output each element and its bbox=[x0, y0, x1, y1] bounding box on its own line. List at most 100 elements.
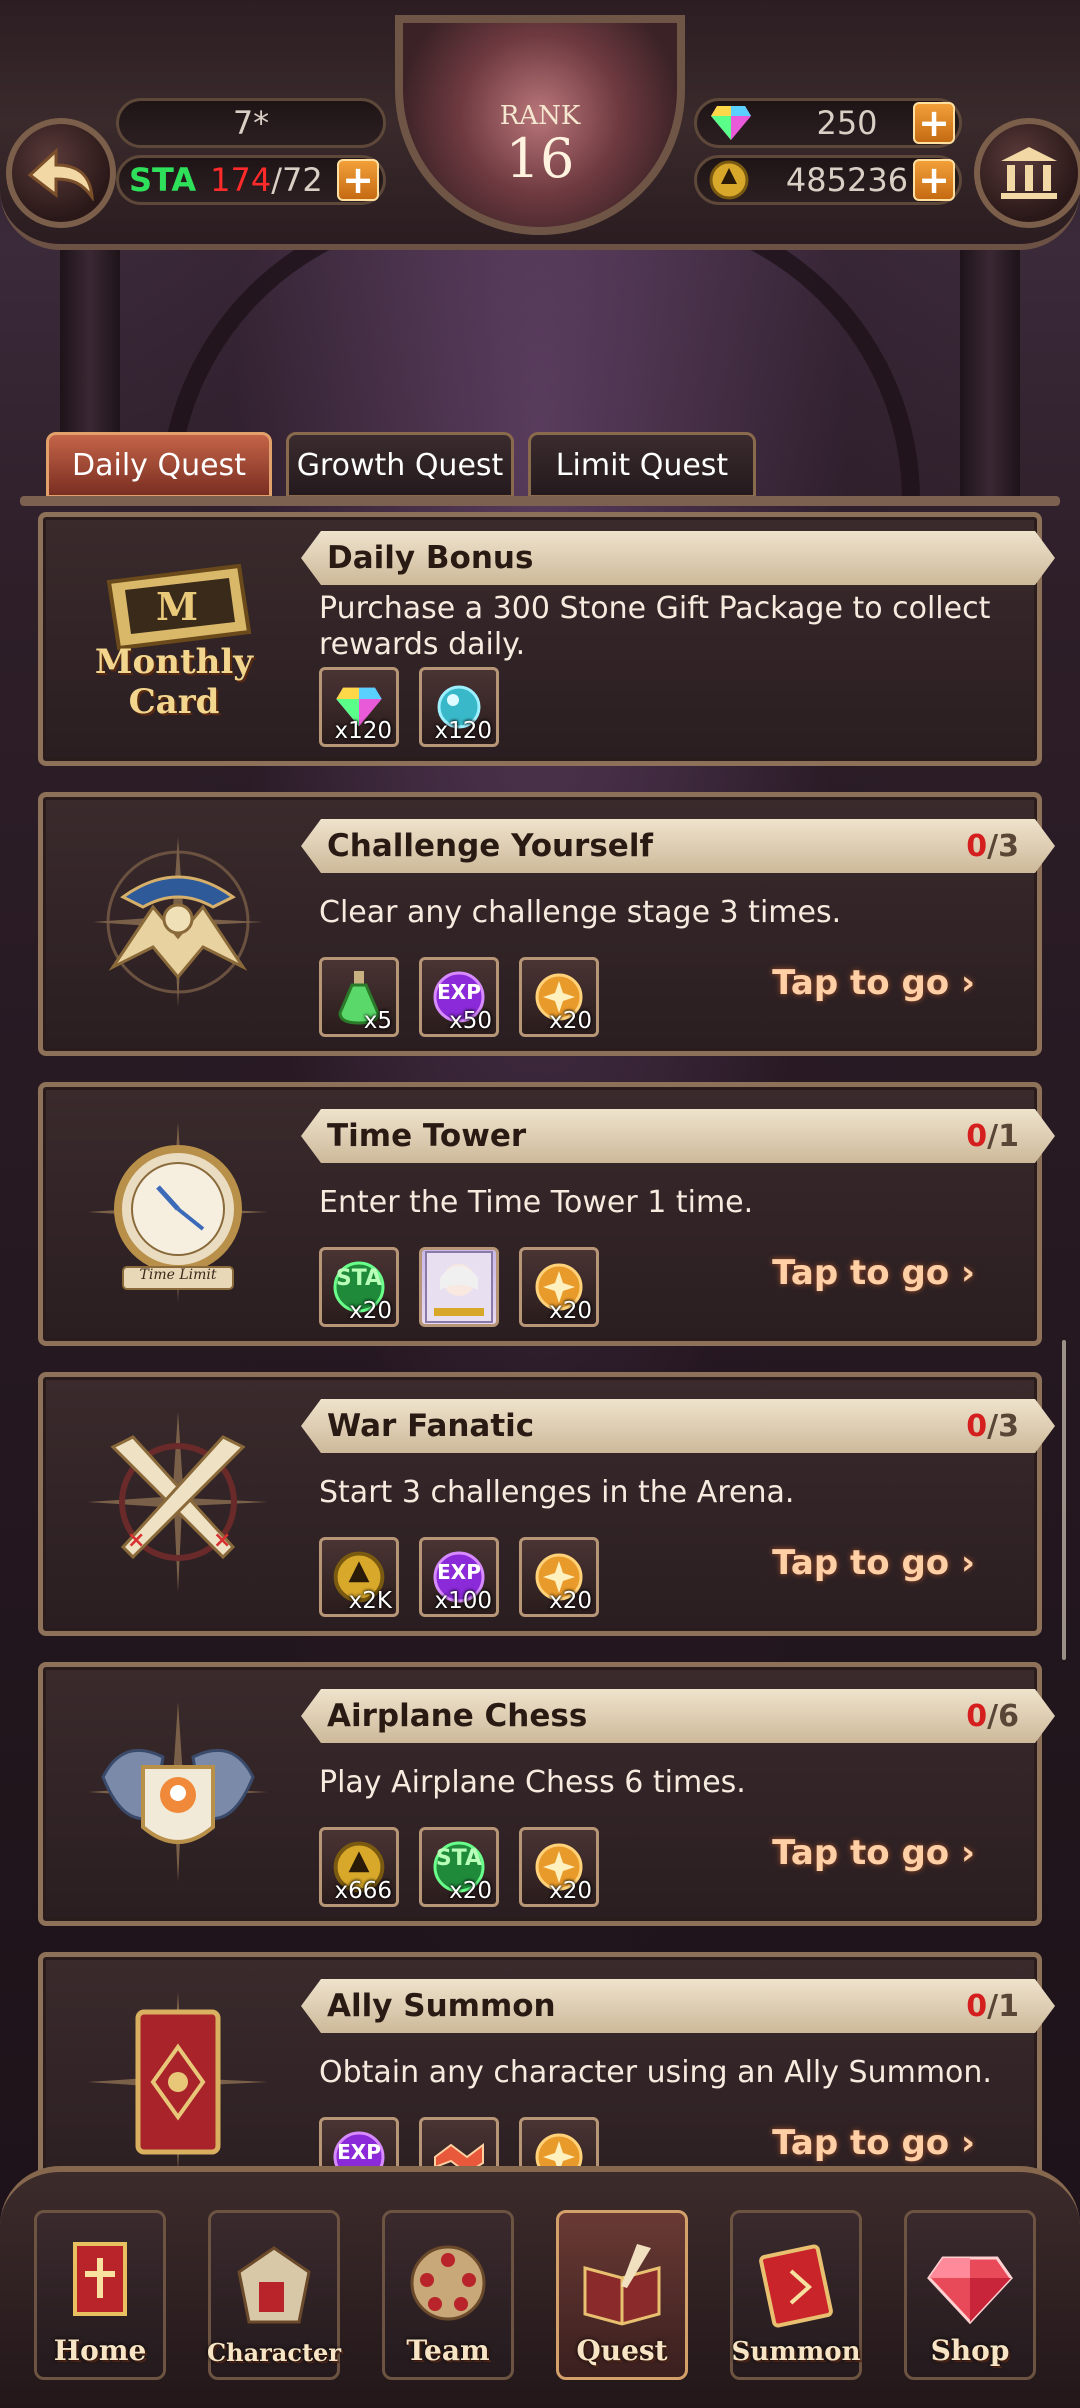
reward-label: STA bbox=[435, 1846, 483, 1871]
quest-title: War Fanatic bbox=[327, 1408, 535, 1444]
tab-label: Growth Quest bbox=[296, 447, 504, 483]
quest-progress: 0/6 bbox=[966, 1699, 1019, 1734]
tap-to-go-button[interactable]: Tap to go › bbox=[772, 1253, 975, 1293]
reward-qty: x20 bbox=[549, 1008, 592, 1034]
reward-slot[interactable]: EXP x100 bbox=[419, 1537, 499, 1617]
add-gems-button[interactable]: + bbox=[913, 102, 955, 144]
emblem-text: Time Limit bbox=[139, 1267, 217, 1283]
tap-to-go-button[interactable]: Tap to go › bbox=[772, 1543, 975, 1583]
temple-icon bbox=[1001, 147, 1057, 199]
reward-qty: x20 bbox=[449, 1878, 492, 1904]
reward-qty: x2K bbox=[348, 1588, 392, 1614]
monthly-card-panel[interactable]: M Monthly Card Daily Bonus Purchase a 30… bbox=[38, 512, 1042, 766]
winged-crest-icon bbox=[88, 1702, 268, 1882]
back-button[interactable] bbox=[6, 118, 116, 228]
nav-quest[interactable]: Quest bbox=[556, 2210, 688, 2380]
svg-text:×: × bbox=[127, 1528, 145, 1553]
quest-emblem bbox=[83, 1697, 273, 1887]
quest-description: Obtain any character using an Ally Summo… bbox=[319, 2055, 992, 2090]
nav-character[interactable]: Character bbox=[207, 2210, 341, 2380]
reward-slot[interactable]: x120 bbox=[319, 667, 399, 747]
quest-progress: 0/3 bbox=[966, 1409, 1019, 1444]
nav-label: Character bbox=[207, 2338, 341, 2367]
monthly-title: Daily Bonus bbox=[327, 540, 534, 576]
nav-team[interactable]: Team bbox=[382, 2210, 514, 2380]
go-label: Tap to go bbox=[772, 1253, 950, 1293]
nav-shop[interactable]: Shop bbox=[904, 2210, 1036, 2380]
reward-slot[interactable]: x2K bbox=[319, 1537, 399, 1617]
quest-description: Start 3 challenges in the Arena. bbox=[319, 1475, 795, 1510]
rank-value: 16 bbox=[505, 127, 575, 190]
reward-slot[interactable]: x20 bbox=[519, 1537, 599, 1617]
go-label: Tap to go bbox=[772, 1833, 950, 1873]
reward-slot[interactable]: x5 bbox=[319, 957, 399, 1037]
reward-label: EXP bbox=[337, 2140, 381, 2164]
reward-qty: x100 bbox=[434, 1588, 492, 1614]
chevron-right-icon: › bbox=[960, 1253, 975, 1293]
reward-qty: x20 bbox=[549, 1298, 592, 1324]
quest-title-ribbon: Airplane Chess 0/6 bbox=[301, 1689, 1055, 1743]
quest-book-icon bbox=[583, 2244, 661, 2326]
progress-current: 0 bbox=[966, 828, 988, 864]
nav-home[interactable]: Home bbox=[34, 2210, 166, 2380]
reward-qty: x50 bbox=[449, 1008, 492, 1034]
reward-slot[interactable]: x666 bbox=[319, 1827, 399, 1907]
reward-slot[interactable]: x120 bbox=[419, 667, 499, 747]
quest-card-time-tower[interactable]: Time Limit Time Tower 0/1 Enter the Time… bbox=[38, 1082, 1042, 1346]
tap-to-go-button[interactable]: Tap to go › bbox=[772, 963, 975, 1003]
tap-to-go-button[interactable]: Tap to go › bbox=[772, 1833, 975, 1873]
quest-title: Challenge Yourself bbox=[327, 828, 653, 864]
reward-qty: x5 bbox=[363, 1008, 392, 1034]
nav-label: Summon bbox=[731, 2337, 861, 2367]
add-gold-button[interactable]: + bbox=[913, 159, 955, 201]
reward-slot[interactable]: STA x20 bbox=[419, 1827, 499, 1907]
quest-progress: 0/3 bbox=[966, 829, 1019, 864]
add-stamina-button[interactable]: + bbox=[337, 159, 379, 201]
nav-summon[interactable]: Summon bbox=[730, 2210, 862, 2380]
progress-current: 0 bbox=[966, 1118, 988, 1154]
svg-text:×: × bbox=[213, 1528, 231, 1553]
reward-slot[interactable]: x20 bbox=[519, 957, 599, 1037]
quest-emblem bbox=[83, 827, 273, 1017]
monthly-title-ribbon: Daily Bonus bbox=[301, 531, 1055, 585]
crossed-swords-icon: × × bbox=[88, 1412, 268, 1592]
reward-slot[interactable]: x20 bbox=[519, 1827, 599, 1907]
team-icon bbox=[410, 2245, 486, 2321]
chevron-right-icon: › bbox=[960, 2123, 975, 2163]
character-card-icon bbox=[425, 1251, 493, 1323]
reward-slot[interactable]: x20 bbox=[519, 1247, 599, 1327]
quest-title: Ally Summon bbox=[327, 1988, 556, 2024]
summon-book-crest-icon bbox=[88, 1992, 268, 2172]
tab-growth-quest[interactable]: Growth Quest bbox=[286, 432, 514, 498]
reward-slot[interactable] bbox=[419, 1247, 499, 1327]
sta-current: 174 bbox=[210, 161, 272, 199]
guild-hall-button[interactable] bbox=[974, 118, 1080, 228]
go-label: Tap to go bbox=[772, 963, 950, 1003]
monthly-badge-line2: Card bbox=[128, 682, 220, 722]
quest-progress: 0/1 bbox=[966, 1119, 1019, 1154]
quest-card-airplane-chess[interactable]: Airplane Chess 0/6 Play Airplane Chess 6… bbox=[38, 1662, 1042, 1926]
tab-daily-quest[interactable]: Daily Quest bbox=[46, 432, 272, 498]
quest-emblem: × × bbox=[83, 1407, 273, 1597]
scrollbar[interactable] bbox=[1062, 1340, 1066, 1660]
reward-slot[interactable]: STA x20 bbox=[319, 1247, 399, 1327]
tab-limit-quest[interactable]: Limit Quest bbox=[528, 432, 756, 498]
character-icon bbox=[237, 2246, 311, 2324]
quest-card-challenge-yourself[interactable]: Challenge Yourself 0/3 Clear any challen… bbox=[38, 792, 1042, 1056]
quest-title-ribbon: Time Tower 0/1 bbox=[301, 1109, 1055, 1163]
back-arrow-icon bbox=[27, 147, 94, 201]
progress-total: /1 bbox=[987, 1988, 1019, 2024]
progress-total: /3 bbox=[987, 828, 1019, 864]
quest-progress: 0/1 bbox=[966, 1989, 1019, 2024]
tap-to-go-button[interactable]: Tap to go › bbox=[772, 2123, 975, 2163]
quest-title-ribbon: War Fanatic 0/3 bbox=[301, 1399, 1055, 1453]
nav-label: Shop bbox=[930, 2334, 1010, 2367]
quest-title: Airplane Chess bbox=[327, 1698, 588, 1734]
monthly-badge-line1: Monthly bbox=[94, 642, 254, 682]
monthly-description: Purchase a 300 Stone Gift Package to col… bbox=[319, 591, 991, 662]
quest-emblem bbox=[83, 1987, 273, 2177]
quest-card-war-fanatic[interactable]: × × War Fanatic 0/3 Start 3 challenges i… bbox=[38, 1372, 1042, 1636]
reward-slot[interactable]: EXP x50 bbox=[419, 957, 499, 1037]
quest-title: Time Tower bbox=[327, 1118, 527, 1154]
reward-label: EXP bbox=[437, 1560, 481, 1584]
